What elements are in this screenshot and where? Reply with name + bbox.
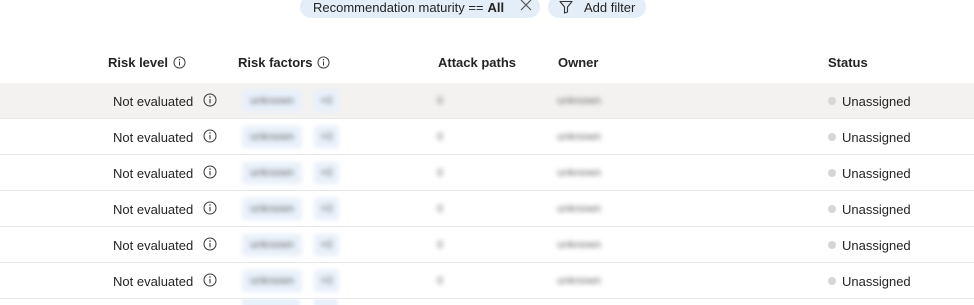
risk-level-value: Not evaluated <box>113 129 194 145</box>
attack-paths-value: 0 <box>437 95 444 107</box>
owner-value: unknown <box>557 275 602 287</box>
column-header-risk-level[interactable]: Risk level <box>108 53 186 71</box>
info-icon[interactable] <box>203 165 217 179</box>
status-dot-icon <box>828 277 836 285</box>
column-header-owner[interactable]: Owner <box>558 53 598 71</box>
risk-factors-header-label: Risk factors <box>238 54 313 70</box>
attack-paths-value: 0 <box>437 275 444 287</box>
risk-factor-chip[interactable]: unknown <box>242 126 303 148</box>
column-header-attack-paths[interactable]: Attack paths <box>438 53 516 71</box>
owner-value: unknown <box>557 167 602 179</box>
info-icon[interactable] <box>317 55 330 69</box>
filter-maturity-label: Recommendation maturity == <box>313 0 484 15</box>
risk-factor-count-chip[interactable]: +0 <box>314 234 339 256</box>
info-icon[interactable] <box>203 273 217 287</box>
risk-factor-chip[interactable]: unknown <box>242 90 303 112</box>
risk-level-value: Not evaluated <box>113 165 194 181</box>
risk-level-value: Not evaluated <box>113 237 194 253</box>
risk-factor-count-chip[interactable]: +0 <box>314 270 339 292</box>
column-header-status[interactable]: Status <box>828 53 868 71</box>
status-dot-icon <box>828 133 836 141</box>
info-icon[interactable] <box>203 129 217 143</box>
status-value: Unassigned <box>842 93 911 109</box>
attack-paths-value: 0 <box>437 239 444 251</box>
table-row[interactable]: Not evaluated unknown +0 0 unknown Unassigned <box>0 191 974 227</box>
owner-value: unknown <box>557 203 602 215</box>
owner-value: unknown <box>557 95 602 107</box>
status-value: Unassigned <box>842 273 911 289</box>
attack-paths-value: 0 <box>437 203 444 215</box>
status-value: Unassigned <box>842 201 911 217</box>
owner-header-label: Owner <box>558 54 599 70</box>
funnel-icon <box>559 0 573 14</box>
status-header-label: Status <box>828 54 868 70</box>
table-row[interactable]: Not evaluated unknown +0 0 unknown Unassigned <box>0 83 974 119</box>
status-value: Unassigned <box>842 237 911 253</box>
risk-level-value: Not evaluated <box>113 93 194 109</box>
attack-paths-value: 0 <box>437 167 444 179</box>
column-header-risk-factors[interactable]: Risk factors <box>238 53 330 71</box>
status-value: Unassigned <box>842 165 911 181</box>
status-value: Unassigned <box>842 129 911 145</box>
owner-value: unknown <box>557 239 602 251</box>
add-filter-label: Add filter <box>584 0 636 15</box>
risk-factor-count-chip-peek <box>314 299 338 305</box>
risk-level-header-label: Risk level <box>108 54 168 70</box>
close-icon[interactable] <box>520 0 532 11</box>
filter-pill-label: Recommendation maturity == All <box>313 0 504 15</box>
risk-level-value: Not evaluated <box>113 273 194 289</box>
risk-factor-count-chip[interactable]: +0 <box>314 162 339 184</box>
risk-factor-chip[interactable]: unknown <box>242 162 303 184</box>
status-dot-icon <box>828 205 836 213</box>
add-filter-button[interactable]: Add filter <box>548 0 646 18</box>
filter-maturity-value: All <box>487 0 505 15</box>
risk-factor-chip-peek <box>242 299 300 305</box>
info-icon[interactable] <box>203 93 217 107</box>
risk-factor-chip[interactable]: unknown <box>242 198 303 220</box>
status-dot-icon <box>828 241 836 249</box>
status-dot-icon <box>828 97 836 105</box>
risk-factor-count-chip[interactable]: +0 <box>314 198 339 220</box>
info-icon[interactable] <box>203 237 217 251</box>
risk-factor-count-chip[interactable]: +0 <box>314 126 339 148</box>
risk-factor-chip[interactable]: unknown <box>242 234 303 256</box>
info-icon[interactable] <box>203 201 217 215</box>
table-row[interactable]: Not evaluated unknown +0 0 unknown Unassigned <box>0 155 974 191</box>
attack-paths-value: 0 <box>437 131 444 143</box>
risk-level-value: Not evaluated <box>113 201 194 217</box>
owner-value: unknown <box>557 131 602 143</box>
risk-factor-chip[interactable]: unknown <box>242 270 303 292</box>
filter-pill-maturity[interactable]: Recommendation maturity == All <box>300 0 540 18</box>
attack-paths-header-label: Attack paths <box>438 54 517 70</box>
status-dot-icon <box>828 169 836 177</box>
info-icon[interactable] <box>173 55 186 69</box>
risk-factor-count-chip[interactable]: +0 <box>314 90 339 112</box>
table-row[interactable]: Not evaluated unknown +0 0 unknown Unassigned <box>0 263 974 299</box>
table-row[interactable]: Not evaluated unknown +0 0 unknown Unassigned <box>0 227 974 263</box>
table-row[interactable]: Not evaluated unknown +0 0 unknown Unassigned <box>0 119 974 155</box>
